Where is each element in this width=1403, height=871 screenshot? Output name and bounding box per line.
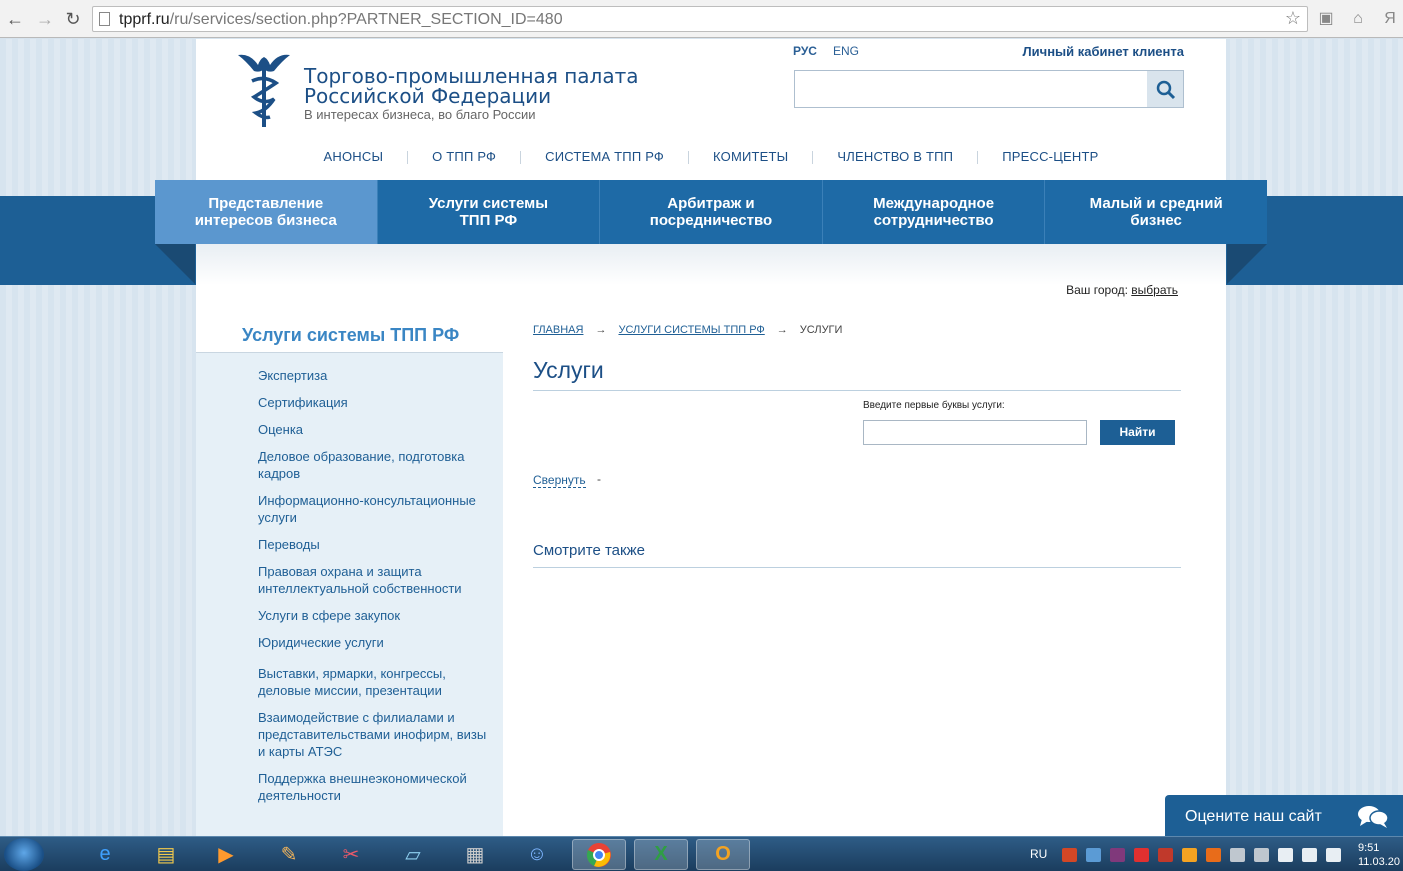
action-center-flag-icon[interactable]	[1278, 848, 1293, 862]
search-icon	[1156, 80, 1176, 100]
keyboard-language[interactable]: RU	[1030, 847, 1047, 861]
mainnav-item-services[interactable]: Услуги системы ТПП РФ	[376, 180, 600, 244]
url-text: tpprf.ru/ru/services/section.php?PARTNER…	[119, 11, 563, 28]
contacts-icon[interactable]: ☺	[510, 839, 564, 870]
ribbon-fold-left	[155, 244, 195, 284]
collapse-link[interactable]: Свернуть	[533, 473, 586, 488]
find-button[interactable]: Найти	[1100, 420, 1175, 445]
main-nav: Представление интересов бизнеса Услуги си…	[155, 180, 1267, 244]
extension-icon[interactable]: ▣	[1316, 9, 1336, 29]
topnav-item-about[interactable]: О ТПП РФ	[408, 149, 520, 164]
yandex-extension-icon[interactable]: Я	[1380, 9, 1400, 29]
topnav-item-membership[interactable]: ЧЛЕНСТВО В ТПП	[813, 149, 977, 164]
outlook-icon[interactable]: O	[696, 839, 750, 870]
topnav-item-press[interactable]: ПРЕСС-ЦЕНТР	[978, 149, 1122, 164]
volume-icon[interactable]	[1326, 848, 1341, 862]
client-cabinet-link[interactable]: Личный кабинет клиента	[1023, 44, 1184, 59]
forward-icon[interactable]: →	[34, 8, 56, 30]
site-title[interactable]: Торгово-промышленная палата Российской Ф…	[304, 66, 638, 106]
media-player-icon[interactable]: ▶	[199, 839, 253, 870]
site-search-button[interactable]	[1147, 70, 1184, 108]
rate-site-button[interactable]: Оцените наш сайт	[1165, 795, 1403, 838]
tray-app-icon[interactable]	[1062, 848, 1077, 862]
browser-toolbar: ← → ↻ tpprf.ru/ru/services/section.php?P…	[0, 0, 1403, 38]
top-nav: АНОНСЫ О ТПП РФ СИСТЕМА ТПП РФ КОМИТЕТЫ ЧЛЕН…	[196, 149, 1226, 167]
snipping-tool-icon[interactable]: ✂	[324, 839, 378, 870]
printer-icon[interactable]	[1254, 848, 1269, 862]
topnav-item-committees[interactable]: КОМИТЕТЫ	[689, 149, 812, 164]
mainnav-item-business-interests[interactable]: Представление интересов бизнеса	[155, 180, 377, 244]
printer-icon[interactable]	[1230, 848, 1245, 862]
ribbon-fold-right	[1227, 244, 1267, 284]
tray-app-icon[interactable]	[1206, 848, 1221, 862]
topnav-item-system[interactable]: СИСТЕМА ТПП РФ	[521, 149, 688, 164]
mainnav-item-international[interactable]: Международное сотрудничество	[821, 180, 1045, 244]
start-button-icon[interactable]	[4, 838, 44, 871]
nav-band-inner	[196, 244, 1226, 285]
lang-ru-link[interactable]: РУС	[793, 44, 817, 58]
mainnav-item-arbitration[interactable]: Арбитраж и посредничество	[599, 180, 822, 244]
paint-icon[interactable]: ✎	[262, 839, 316, 870]
calculator-icon[interactable]: ▦	[448, 839, 502, 870]
site-search-input[interactable]	[794, 70, 1148, 108]
lang-en-link[interactable]: ENG	[833, 44, 859, 58]
bookmark-star-icon[interactable]: ☆	[1285, 8, 1301, 29]
chat-bubbles-icon	[1358, 806, 1389, 828]
home-icon[interactable]: ⌂	[1348, 9, 1368, 29]
mainnav-item-smb[interactable]: Малый и средний бизнес	[1044, 180, 1267, 244]
site-slogan: В интересах бизнеса, во благо России	[304, 107, 536, 122]
windows-taskbar: e ▤ ▶ ✎ ✂ ▱ ▦ ☺ X O RU 9:51 11.03.20	[0, 836, 1403, 871]
address-bar[interactable]: tpprf.ru/ru/services/section.php?PARTNER…	[92, 6, 1308, 32]
chrome-icon[interactable]	[572, 839, 626, 870]
acrobat-icon[interactable]	[1158, 848, 1173, 862]
outlook-tray-icon[interactable]	[1182, 848, 1197, 862]
network-icon[interactable]	[1302, 848, 1317, 862]
rate-site-label: Оцените наш сайт	[1185, 808, 1322, 825]
tray-app-icon[interactable]	[1086, 848, 1101, 862]
onenote-icon[interactable]	[1110, 848, 1125, 862]
clock[interactable]: 9:51 11.03.20	[1358, 841, 1400, 869]
topnav-item-announcements[interactable]: АНОНСЫ	[300, 149, 408, 164]
tray-app-icon[interactable]	[1134, 848, 1149, 862]
back-icon[interactable]: ←	[4, 8, 26, 30]
reload-icon[interactable]: ↻	[62, 8, 84, 30]
excel-icon[interactable]: X	[634, 839, 688, 870]
ie-icon[interactable]: e	[78, 839, 132, 870]
explorer-icon[interactable]: ▤	[139, 839, 193, 870]
caduceus-logo-icon[interactable]	[236, 51, 292, 129]
service-search-input[interactable]	[863, 420, 1087, 445]
page-icon	[99, 12, 110, 26]
chrome-logo-icon	[586, 842, 611, 867]
notes-icon[interactable]: ▱	[386, 839, 440, 870]
